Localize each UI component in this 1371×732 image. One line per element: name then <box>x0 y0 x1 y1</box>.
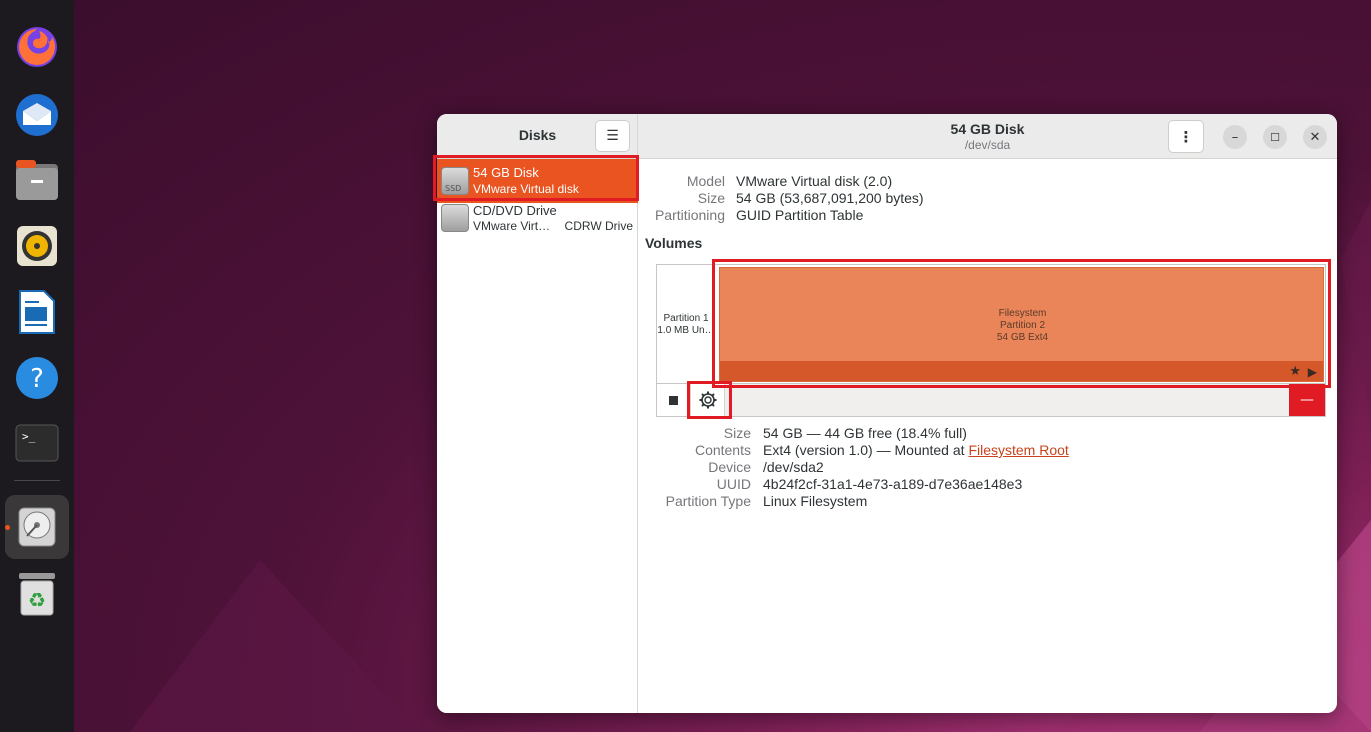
close-icon: ✕ <box>1309 129 1321 145</box>
partition-2-block[interactable]: Filesystem Partition 2 54 GB Ext4 ★ ▶ <box>719 267 1324 382</box>
contents-label: Contents <box>694 442 751 458</box>
disk-model: VMware Virt… <box>473 219 551 233</box>
minimize-icon: – <box>1231 129 1239 145</box>
svg-text:♻: ♻ <box>28 588 46 612</box>
volumes-heading: Volumes <box>645 235 703 251</box>
model-label: Model <box>686 173 725 189</box>
disk-name: CD/DVD Drive <box>473 203 557 218</box>
device-label: Device <box>708 459 751 475</box>
disks-icon[interactable] <box>5 495 69 559</box>
delete-partition-button[interactable]: — <box>1289 384 1325 416</box>
rhythmbox-icon[interactable] <box>5 214 69 278</box>
kebab-icon: ⋮ <box>1178 127 1194 146</box>
stop-icon <box>669 395 678 405</box>
optical-drive-icon <box>441 204 469 232</box>
partition-type-label: Partition Type <box>665 493 751 509</box>
device-value: /dev/sda2 <box>763 459 824 475</box>
writer-icon[interactable] <box>5 280 69 344</box>
maximize-button[interactable]: ☐ <box>1263 125 1287 149</box>
play-icon: ▶ <box>1307 365 1317 379</box>
disk-item-cdrom[interactable]: CD/DVD Drive VMware Virt… CDRW Drive <box>437 203 638 247</box>
running-indicator <box>5 525 10 530</box>
disk-menu-button[interactable]: ⋮ <box>1168 120 1204 153</box>
disk-item-54gb[interactable]: SSD 54 GB Disk VMware Virtual disk <box>437 159 638 203</box>
help-icon[interactable]: ? <box>5 346 69 410</box>
svg-text:?: ? <box>30 364 44 394</box>
unmount-button[interactable] <box>657 384 691 416</box>
partition-2-label: Filesystem Partition 2 54 GB Ext4 <box>996 308 1049 343</box>
firefox-icon[interactable] <box>5 15 69 79</box>
minus-icon: — <box>1300 392 1314 408</box>
model-value: VMware Virtual disk (2.0) <box>736 173 893 189</box>
volume-size-value: 54 GB — 44 GB free (18.4% full) <box>763 425 967 441</box>
volume-map: Partition 1 1.0 MB Un… Filesystem Partit… <box>656 264 1326 384</box>
close-button[interactable]: ✕ <box>1303 125 1327 149</box>
disk-name: 54 GB Disk <box>473 165 539 180</box>
svg-text:>_: >_ <box>22 430 36 443</box>
dock-separator <box>14 480 60 481</box>
volume-toolbar: — <box>656 384 1326 417</box>
uuid-value: 4b24f2cf-31a1-4e73-a189-d7e36ae148e3 <box>763 476 1023 492</box>
thunderbird-icon[interactable] <box>5 83 69 147</box>
partitioning-value: GUID Partition Table <box>736 207 864 223</box>
partition-2-status-bar: ★ ▶ <box>720 361 1323 381</box>
star-icon: ★ <box>1289 364 1301 379</box>
files-icon[interactable] <box>5 148 69 212</box>
partition-1-label: Partition 1 1.0 MB Un… <box>657 313 715 336</box>
main-panel: 54 GB Disk /dev/sda ⋮ – ☐ ✕ Model VMware… <box>638 114 1337 713</box>
sidebar-header: Disks ☰ <box>437 114 637 159</box>
partition-options-button[interactable] <box>691 384 725 416</box>
gear-icon <box>699 391 716 409</box>
volume-size-label: Size <box>723 425 751 441</box>
hamburger-menu-button[interactable]: ☰ <box>595 120 630 152</box>
uuid-label: UUID <box>716 476 751 492</box>
disk-drive-type: CDRW Drive <box>564 219 633 233</box>
trash-icon[interactable]: ♻ <box>5 562 69 626</box>
main-header: 54 GB Disk /dev/sda ⋮ – ☐ ✕ <box>638 114 1337 159</box>
maximize-icon: ☐ <box>1270 130 1280 144</box>
ssd-disk-icon: SSD <box>441 167 469 195</box>
partition-type-value: Linux Filesystem <box>763 493 868 509</box>
partitioning-label: Partitioning <box>654 207 725 223</box>
disks-window: Disks ☰ SSD 54 GB Disk VMware Virtual di… <box>437 114 1337 713</box>
hamburger-icon: ☰ <box>606 128 619 144</box>
size-value: 54 GB (53,687,091,200 bytes) <box>736 190 924 206</box>
filesystem-root-link[interactable]: Filesystem Root <box>968 442 1068 458</box>
disk-model: VMware Virtual disk <box>473 182 579 196</box>
sidebar: Disks ☰ SSD 54 GB Disk VMware Virtual di… <box>437 114 638 713</box>
terminal-icon[interactable]: >_ <box>5 411 69 475</box>
contents-value: Ext4 (version 1.0) — Mounted at Filesyst… <box>763 442 1069 458</box>
minimize-button[interactable]: – <box>1223 125 1247 149</box>
dock: ? >_ ♻ <box>0 0 74 732</box>
size-label: Size <box>697 190 725 206</box>
partition-1-block[interactable]: Partition 1 1.0 MB Un… <box>657 265 715 383</box>
